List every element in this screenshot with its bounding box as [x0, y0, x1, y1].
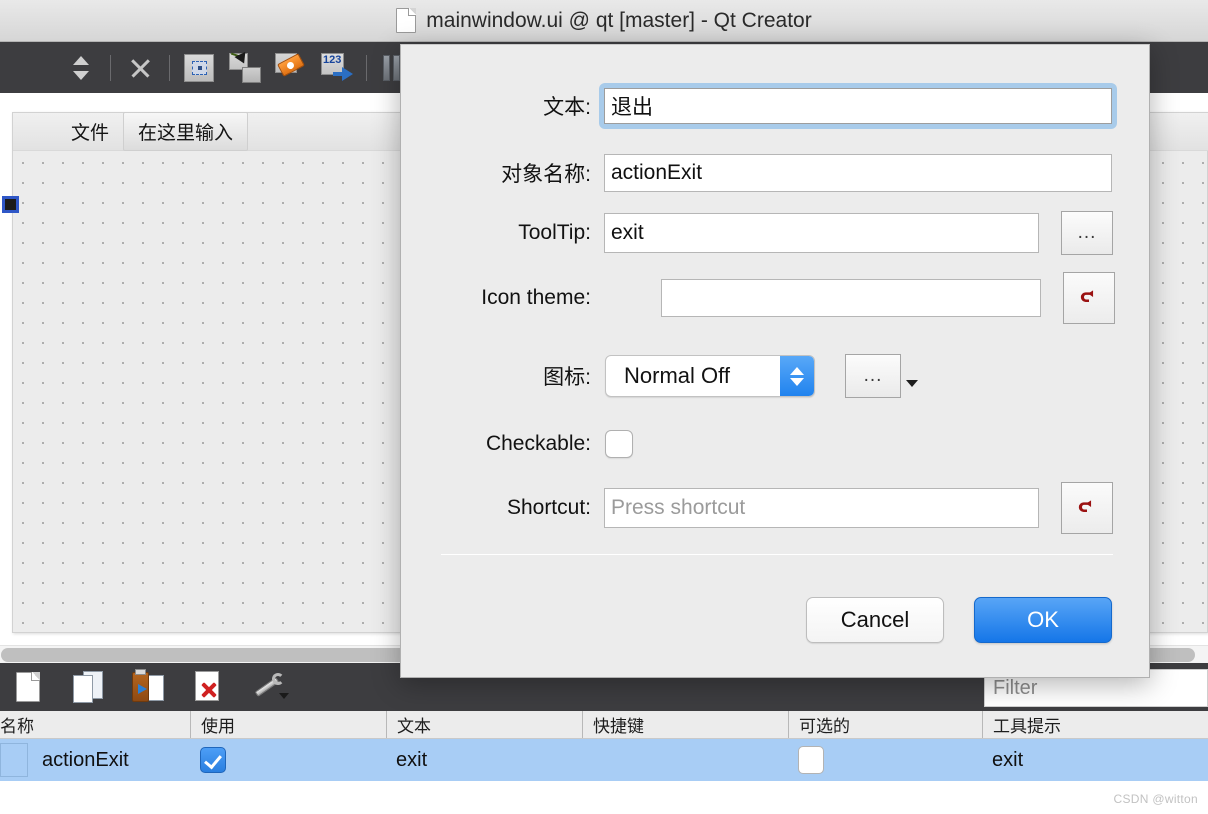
delete-action-button[interactable] — [188, 667, 228, 707]
new-action-dialog: 文本: 退出 对象名称: actionExit ToolTip: exit ..… — [400, 44, 1150, 678]
tooltip-field-label: ToolTip: — [518, 221, 591, 244]
configure-button[interactable] — [248, 667, 289, 707]
column-header-tooltip[interactable]: 工具提示 — [982, 711, 1208, 738]
icon-state-combobox[interactable]: Normal Off — [605, 355, 815, 397]
spin-arrows-icon-button[interactable] — [58, 46, 104, 90]
configure-icon — [250, 671, 289, 703]
object-name-input[interactable]: actionExit — [604, 154, 1112, 192]
edit-widgets-button[interactable] — [176, 46, 222, 90]
checkable-checkbox-unchecked[interactable] — [798, 746, 824, 774]
row-used-cell[interactable] — [190, 739, 386, 781]
shortcut-label: Shortcut: — [506, 496, 591, 519]
menu-item-file[interactable]: 文件 — [57, 113, 123, 150]
used-checkbox-checked[interactable] — [200, 747, 226, 773]
icon-theme-reset-button[interactable] — [1063, 272, 1115, 324]
dialog-row-text: 文本: 退出 — [401, 83, 1151, 129]
text-input[interactable]: 退出 — [604, 88, 1112, 124]
window-titlebar: mainwindow.ui @ qt [master] - Qt Creator — [0, 0, 1208, 42]
close-icon — [128, 56, 152, 80]
column-header-shortcut[interactable]: 快捷键 — [582, 711, 788, 738]
row-checkable-cell[interactable] — [788, 739, 982, 781]
tooltip-browse-button[interactable]: ... — [1061, 211, 1113, 255]
delete-action-icon — [195, 671, 221, 703]
action-table-header: 名称 使用 文本 快捷键 可选的 工具提示 — [0, 711, 1208, 739]
new-action-icon — [16, 672, 40, 702]
menu-item-type-here[interactable]: 在这里输入 — [123, 112, 249, 151]
copy-action-icon — [73, 671, 103, 703]
text-field-focus-ring: 退出 — [599, 83, 1117, 129]
filter-placeholder: Filter — [993, 676, 1038, 699]
spin-arrows-icon — [73, 54, 89, 82]
row-name-cell[interactable]: actionExit — [0, 739, 190, 781]
dialog-row-object-name: 对象名称: actionExit — [401, 154, 1151, 192]
paste-action-icon — [132, 669, 164, 703]
table-row[interactable]: actionExit exit exit — [0, 739, 1208, 781]
shortcut-input[interactable]: Press shortcut — [604, 488, 1039, 528]
text-field-label: 文本: — [543, 96, 591, 119]
edit-signals-slots-icon — [229, 51, 261, 83]
cancel-button[interactable]: Cancel — [806, 597, 944, 643]
column-header-text[interactable]: 文本 — [386, 711, 582, 738]
dialog-row-icon: 图标: Normal Off ... — [401, 354, 1151, 398]
dialog-row-icon-theme: Icon theme: — [401, 272, 1151, 324]
icon-browse-dropdown-caret[interactable] — [906, 379, 918, 387]
checkable-label: Checkable: — [485, 432, 591, 455]
paste-action-button[interactable] — [128, 667, 168, 707]
icon-theme-label: Icon theme: — [481, 286, 591, 309]
reset-arrow-icon — [1078, 500, 1092, 512]
close-icon-button[interactable] — [117, 46, 163, 90]
object-name-label: 对象名称: — [501, 163, 591, 186]
tooltip-input[interactable]: exit — [604, 213, 1039, 253]
new-action-button[interactable] — [8, 667, 48, 707]
edit-tab-order-icon: 123 — [321, 52, 353, 83]
toolbar-separator-1 — [110, 54, 111, 81]
icon-label: 图标: — [543, 366, 591, 389]
dialog-separator — [441, 554, 1113, 555]
column-header-checkable[interactable]: 可选的 — [788, 711, 982, 738]
qt-creator-window: mainwindow.ui @ qt [master] - Qt Creator — [0, 0, 1208, 814]
icon-state-value: Normal Off — [624, 363, 730, 388]
checkable-checkbox[interactable] — [605, 430, 633, 458]
edit-signals-slots-button[interactable] — [222, 46, 268, 90]
selection-handle[interactable] — [2, 196, 19, 213]
shortcut-reset-button[interactable] — [1061, 482, 1113, 534]
edit-buddies-button[interactable] — [268, 46, 314, 90]
copy-action-button[interactable] — [68, 667, 108, 707]
icon-theme-input[interactable] — [661, 279, 1041, 317]
toolbar-separator-3 — [366, 54, 367, 81]
dialog-row-checkable: Checkable: — [401, 430, 1151, 458]
row-action-name: actionExit — [42, 748, 129, 771]
row-tooltip-cell[interactable]: exit — [982, 739, 1208, 781]
icon-browse-button[interactable]: ... — [845, 354, 901, 398]
reset-arrow-icon — [1080, 290, 1094, 302]
edit-buddies-icon — [275, 52, 307, 83]
row-text-cell[interactable]: exit — [386, 739, 582, 781]
watermark: CSDN @witton — [1113, 792, 1198, 806]
document-icon — [396, 8, 417, 33]
row-indicator — [0, 743, 28, 777]
edit-tab-order-button[interactable]: 123 — [314, 46, 360, 90]
icon-state-spinner[interactable] — [780, 356, 814, 396]
dialog-button-bar: Cancel OK — [806, 597, 1112, 643]
dialog-row-shortcut: Shortcut: Press shortcut — [401, 482, 1151, 534]
ok-button[interactable]: OK — [974, 597, 1112, 643]
window-title: mainwindow.ui @ qt [master] - Qt Creator — [426, 8, 812, 32]
column-header-used[interactable]: 使用 — [190, 711, 386, 738]
column-header-name[interactable]: 名称 — [0, 711, 190, 738]
toolbar-separator-2 — [169, 54, 170, 81]
dialog-row-tooltip: ToolTip: exit ... — [401, 211, 1151, 255]
edit-widgets-icon — [184, 53, 214, 82]
row-shortcut-cell[interactable] — [582, 739, 788, 781]
